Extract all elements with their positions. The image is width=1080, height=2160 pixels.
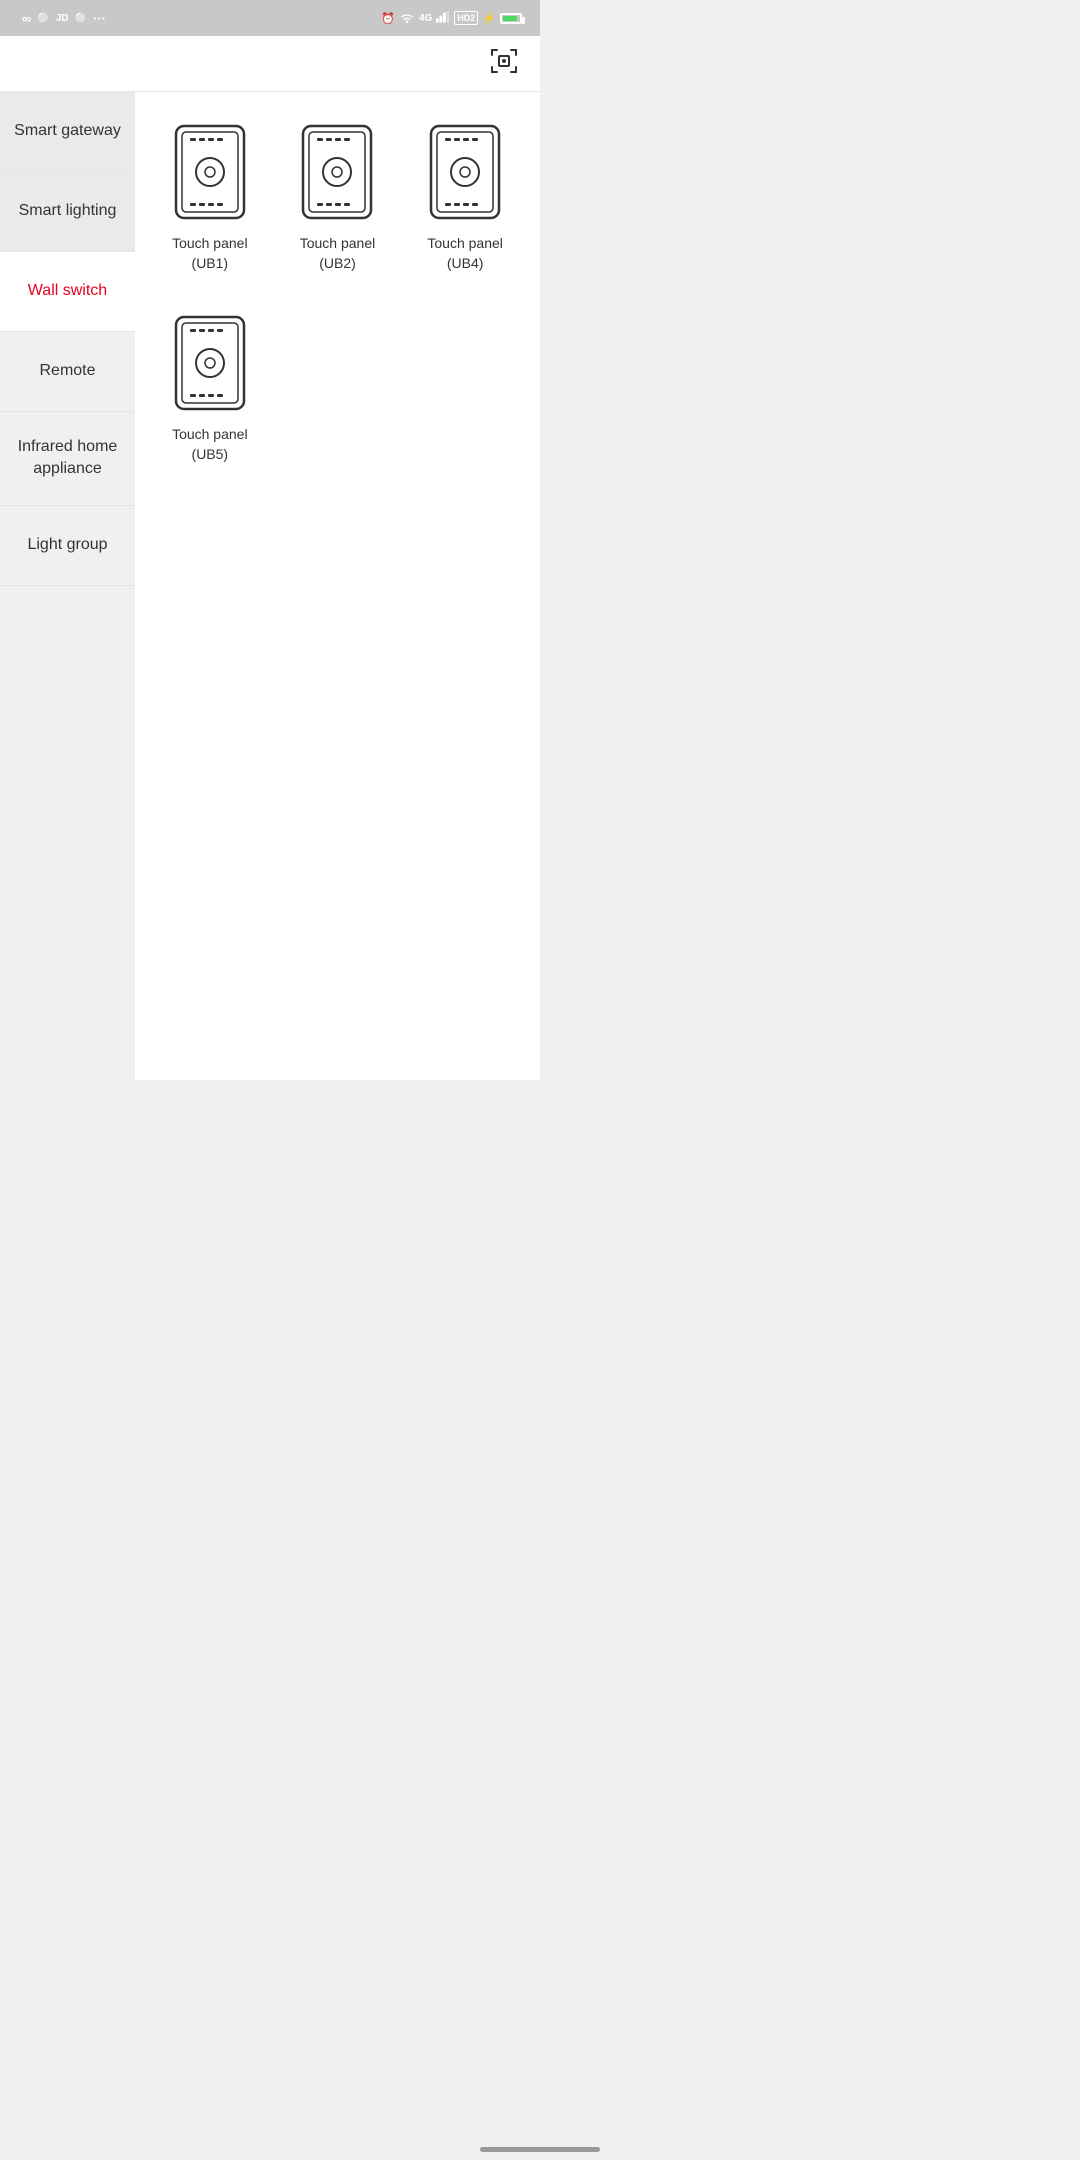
status-bar: ∞ ⚪ JD ⚪ ··· ⏰ 4G HD2 ⚡ <box>0 0 540 36</box>
device-item-ub1[interactable]: Touch panel (UB1) <box>151 112 269 283</box>
scan-icon <box>490 47 518 80</box>
dots-icon: ··· <box>93 11 106 26</box>
scan-button[interactable] <box>488 48 520 80</box>
touch-panel-icon-ub2 <box>297 122 377 222</box>
sidebar-item-smart-gateway[interactable]: Smart gateway <box>0 92 135 172</box>
sidebar-item-remote[interactable]: Remote <box>0 332 135 412</box>
content-area: Touch panel (UB1) Touch panel (UB2) Touc… <box>135 92 540 1080</box>
signal-4g-icon: 4G <box>419 13 432 24</box>
wifi-icon <box>399 11 415 26</box>
device-label-ub5: Touch panel (UB5) <box>172 425 248 464</box>
circle-icon: ⚪ <box>37 13 49 24</box>
status-left: ∞ ⚪ JD ⚪ ··· <box>16 11 106 26</box>
bolt-icon: ⚡ <box>482 12 496 25</box>
alarm-icon: ⏰ <box>381 12 395 25</box>
infinity-icon: ∞ <box>22 11 31 26</box>
header <box>0 36 540 92</box>
status-right: ⏰ 4G HD2 ⚡ <box>381 11 524 26</box>
main-layout: Smart gatewaySmart lightingWall switchRe… <box>0 92 540 1080</box>
device-item-ub4[interactable]: Touch panel (UB4) <box>406 112 524 283</box>
sidebar-item-infrared-home-appliance[interactable]: Infrared home appliance <box>0 412 135 506</box>
battery-indicator <box>500 13 524 24</box>
circle-icon2: ⚪ <box>75 13 87 24</box>
sidebar: Smart gatewaySmart lightingWall switchRe… <box>0 92 135 1080</box>
device-label-ub4: Touch panel (UB4) <box>427 234 503 273</box>
home-indicator <box>480 2147 600 2152</box>
device-item-ub2[interactable]: Touch panel (UB2) <box>279 112 397 283</box>
sidebar-item-light-group[interactable]: Light group <box>0 506 135 586</box>
device-item-ub5[interactable]: Touch panel (UB5) <box>151 303 269 474</box>
touch-panel-icon-ub1 <box>170 122 250 222</box>
device-label-ub2: Touch panel (UB2) <box>300 234 376 273</box>
touch-panel-icon-ub4 <box>425 122 505 222</box>
touch-panel-icon-ub5 <box>170 313 250 413</box>
jd-icon: JD <box>56 13 69 24</box>
device-label-ub1: Touch panel (UB1) <box>172 234 248 273</box>
signal-bars-icon <box>436 11 450 26</box>
device-grid: Touch panel (UB1) Touch panel (UB2) Touc… <box>151 112 524 474</box>
sidebar-item-smart-lighting[interactable]: Smart lighting <box>0 172 135 252</box>
hd2-icon: HD2 <box>454 11 478 25</box>
sidebar-item-wall-switch[interactable]: Wall switch <box>0 252 135 332</box>
